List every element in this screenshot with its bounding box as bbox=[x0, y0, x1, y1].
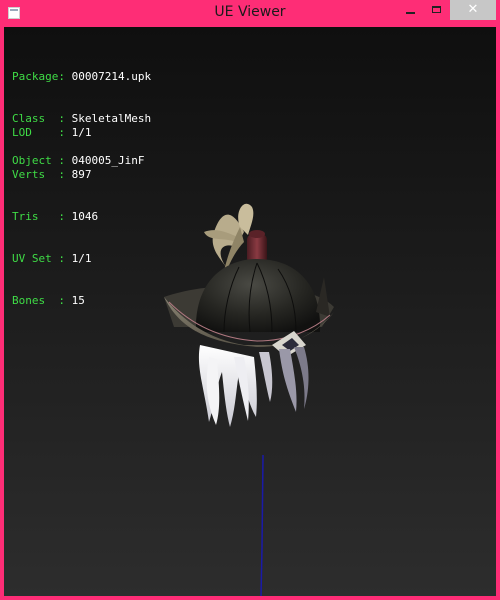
stat-row-verts: Verts : 897 bbox=[12, 168, 92, 181]
minimize-button[interactable] bbox=[398, 0, 424, 20]
info-row-package: Package: 00007214.upk bbox=[12, 70, 152, 83]
axis-line bbox=[260, 454, 264, 596]
stat-row-lod: LOD : 1/1 bbox=[12, 126, 92, 139]
hair-strands bbox=[198, 345, 309, 427]
stat-row-bones: Bones : 15 bbox=[12, 294, 85, 307]
minimize-icon bbox=[406, 12, 415, 14]
close-icon: ✕ bbox=[467, 2, 479, 17]
hat-knob bbox=[247, 230, 267, 264]
3d-viewport[interactable]: Package: 00007214.upk Class : SkeletalMe… bbox=[4, 27, 496, 596]
maximize-button[interactable] bbox=[424, 0, 450, 20]
hat-dome bbox=[195, 259, 321, 332]
stat-row-uvset: UV Set : 1/1 bbox=[12, 252, 92, 265]
maximize-icon bbox=[432, 6, 441, 13]
close-button[interactable]: ✕ bbox=[450, 0, 496, 20]
app-window: UE Viewer ✕ Package: 00007214.upk Class … bbox=[0, 0, 500, 600]
stat-row-tris: Tris : 1046 bbox=[12, 210, 99, 223]
title-bar[interactable]: UE Viewer ✕ bbox=[0, 0, 500, 27]
mesh-stats-panel: LOD : 1/1 Verts : 897 Tris : 1046 UV Set… bbox=[12, 98, 98, 336]
